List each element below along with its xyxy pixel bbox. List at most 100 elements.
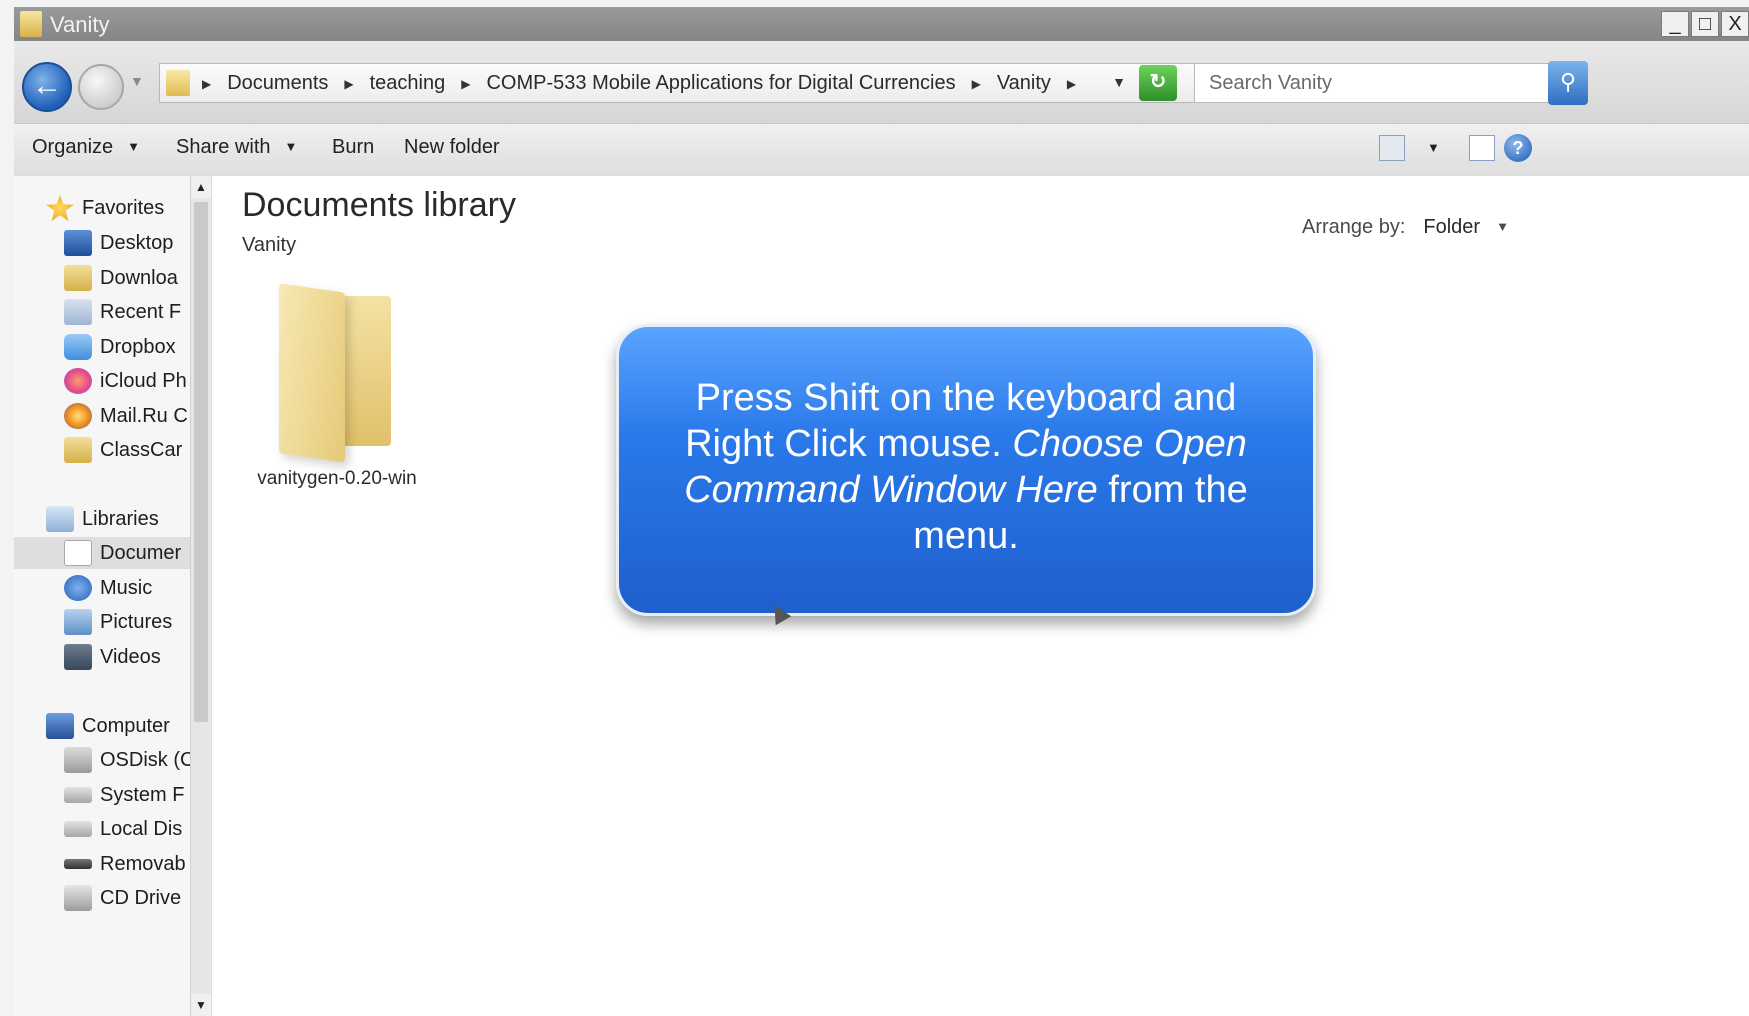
change-view-icon[interactable] [1379,135,1405,161]
chevron-right-icon[interactable]: ▶ [344,77,353,91]
instruction-callout: Press Shift on the keyboard and Right Cl… [616,324,1316,616]
nav-computer-label: Computer [82,714,170,737]
recent-places-icon [64,299,92,325]
chevron-down-icon: ▼ [127,139,141,154]
nav-localdisk[interactable]: Local Dis [64,813,190,845]
breadcrumb-vanity[interactable]: Vanity [997,72,1051,95]
desktop-icon [64,230,92,256]
chevron-down-icon[interactable]: ▼ [1112,74,1126,90]
nav-cddrive[interactable]: CD Drive [64,882,190,914]
nav-documents-label: Documer [100,541,182,564]
nav-dropbox[interactable]: Dropbox [64,331,190,363]
cd-drive-icon [64,885,92,911]
share-with-label: Share with [176,136,271,158]
search-input[interactable]: Search Vanity [1194,63,1564,103]
nav-system[interactable]: System F [64,779,190,811]
nav-pictures-label: Pictures [100,610,173,633]
forward-button[interactable] [78,64,124,110]
dropbox-icon [64,334,92,360]
library-subtitle: Vanity [242,234,297,256]
nav-system-label: System F [100,783,185,806]
nav-scrollbar[interactable]: ▲ ▼ [190,176,211,1016]
nav-libraries[interactable]: Libraries [46,503,190,535]
minimize-button[interactable]: _ [1661,11,1689,37]
nav-music-label: Music [100,576,153,599]
videos-icon [64,644,92,670]
close-button[interactable]: X [1721,11,1749,37]
refresh-button[interactable]: ↻ [1139,65,1177,101]
back-button[interactable]: ← [22,62,72,112]
maximize-button[interactable]: □ [1691,11,1719,37]
nav-favorites-label: Favorites [82,196,165,219]
preview-pane-icon[interactable] [1469,135,1495,161]
computer-icon [46,713,74,739]
new-folder-button[interactable]: New folder [404,136,500,159]
burn-button[interactable]: Burn [332,136,374,159]
help-icon[interactable]: ? [1504,134,1532,162]
share-with-button[interactable]: Share with ▼ [176,136,297,159]
libraries-icon [46,506,74,532]
nav-mailru[interactable]: Mail.Ru C [64,400,190,432]
drive-icon [64,787,92,803]
folder-name: vanitygen-0.20-win [257,468,417,489]
arrange-by[interactable]: Arrange by: Folder ▼ [1302,216,1509,239]
explorer-window: Vanity _ □ X ← ▼ ▶ Documents ▶ teaching … [14,7,1749,1016]
command-bar: Organize ▼ Share with ▼ Burn New folder ▼ … [14,123,1749,177]
breadcrumb: ▶ Documents ▶ teaching ▶ COMP-533 Mobile… [202,72,1076,95]
nav-videos-label: Videos [100,645,161,668]
breadcrumb-course[interactable]: COMP-533 Mobile Applications for Digital… [486,72,955,95]
chevron-down-icon: ▼ [1496,219,1509,234]
nav-icloud[interactable]: iCloud Ph [64,365,190,397]
mailru-icon [64,403,92,429]
nav-documents[interactable]: Documer [14,537,190,569]
nav-downloads[interactable]: Downloa [64,262,190,294]
breadcrumb-teaching[interactable]: teaching [370,72,446,95]
nav-recent-label: Recent F [100,300,182,323]
scroll-thumb[interactable] [194,202,208,722]
nav-dropbox-label: Dropbox [100,335,176,358]
folder-icon [20,11,42,37]
folder-icon [64,437,92,463]
recent-pages-icon[interactable]: ▼ [130,73,144,89]
chevron-down-icon[interactable]: ▼ [1427,140,1440,155]
chevron-right-icon[interactable]: ▶ [202,77,211,91]
nav-classcar[interactable]: ClassCar [64,434,190,466]
organize-label: Organize [32,136,114,158]
nav-videos[interactable]: Videos [64,641,190,673]
scroll-down-icon[interactable]: ▼ [191,994,211,1016]
title-bar: Vanity _ □ X [14,7,1749,41]
nav-osdisk[interactable]: OSDisk (C [64,744,190,776]
nav-libraries-label: Libraries [82,507,159,530]
nav-favorites[interactable]: Favorites [46,192,190,224]
nav-cddrive-label: CD Drive [100,886,182,909]
breadcrumb-documents[interactable]: Documents [227,72,328,95]
nav-removable[interactable]: Removab [64,848,190,880]
removable-drive-icon [64,859,92,869]
nav-desktop[interactable]: Desktop [64,227,190,259]
music-icon [64,575,92,601]
nav-pictures[interactable]: Pictures [64,606,190,638]
address-row: ← ▼ ▶ Documents ▶ teaching ▶ COMP-533 Mo… [14,41,1749,123]
nav-recent[interactable]: Recent F [64,296,190,328]
folder-item[interactable]: vanitygen-0.20-win [242,283,432,490]
arrange-by-value: Folder [1423,216,1481,238]
chevron-right-icon[interactable]: ▶ [1067,77,1076,91]
folder-icon-front [279,283,345,463]
chevron-right-icon[interactable]: ▶ [461,77,470,91]
chevron-right-icon[interactable]: ▶ [972,77,981,91]
nav-music[interactable]: Music [64,572,190,604]
window-controls: _ □ X [1661,11,1749,37]
address-bar[interactable]: ▶ Documents ▶ teaching ▶ COMP-533 Mobile… [159,63,1239,103]
nav-mailru-label: Mail.Ru C [100,404,188,427]
folder-icon [166,70,190,96]
drive-icon [64,747,92,773]
scroll-up-icon[interactable]: ▲ [191,176,211,198]
search-icon[interactable]: ⚲ [1548,61,1588,105]
organize-button[interactable]: Organize ▼ [32,136,140,159]
downloads-icon [64,265,92,291]
star-icon [46,195,74,221]
icloud-photos-icon [64,368,92,394]
nav-downloads-label: Downloa [100,266,178,289]
nav-computer[interactable]: Computer [46,710,190,742]
nav-icloud-label: iCloud Ph [100,369,187,392]
